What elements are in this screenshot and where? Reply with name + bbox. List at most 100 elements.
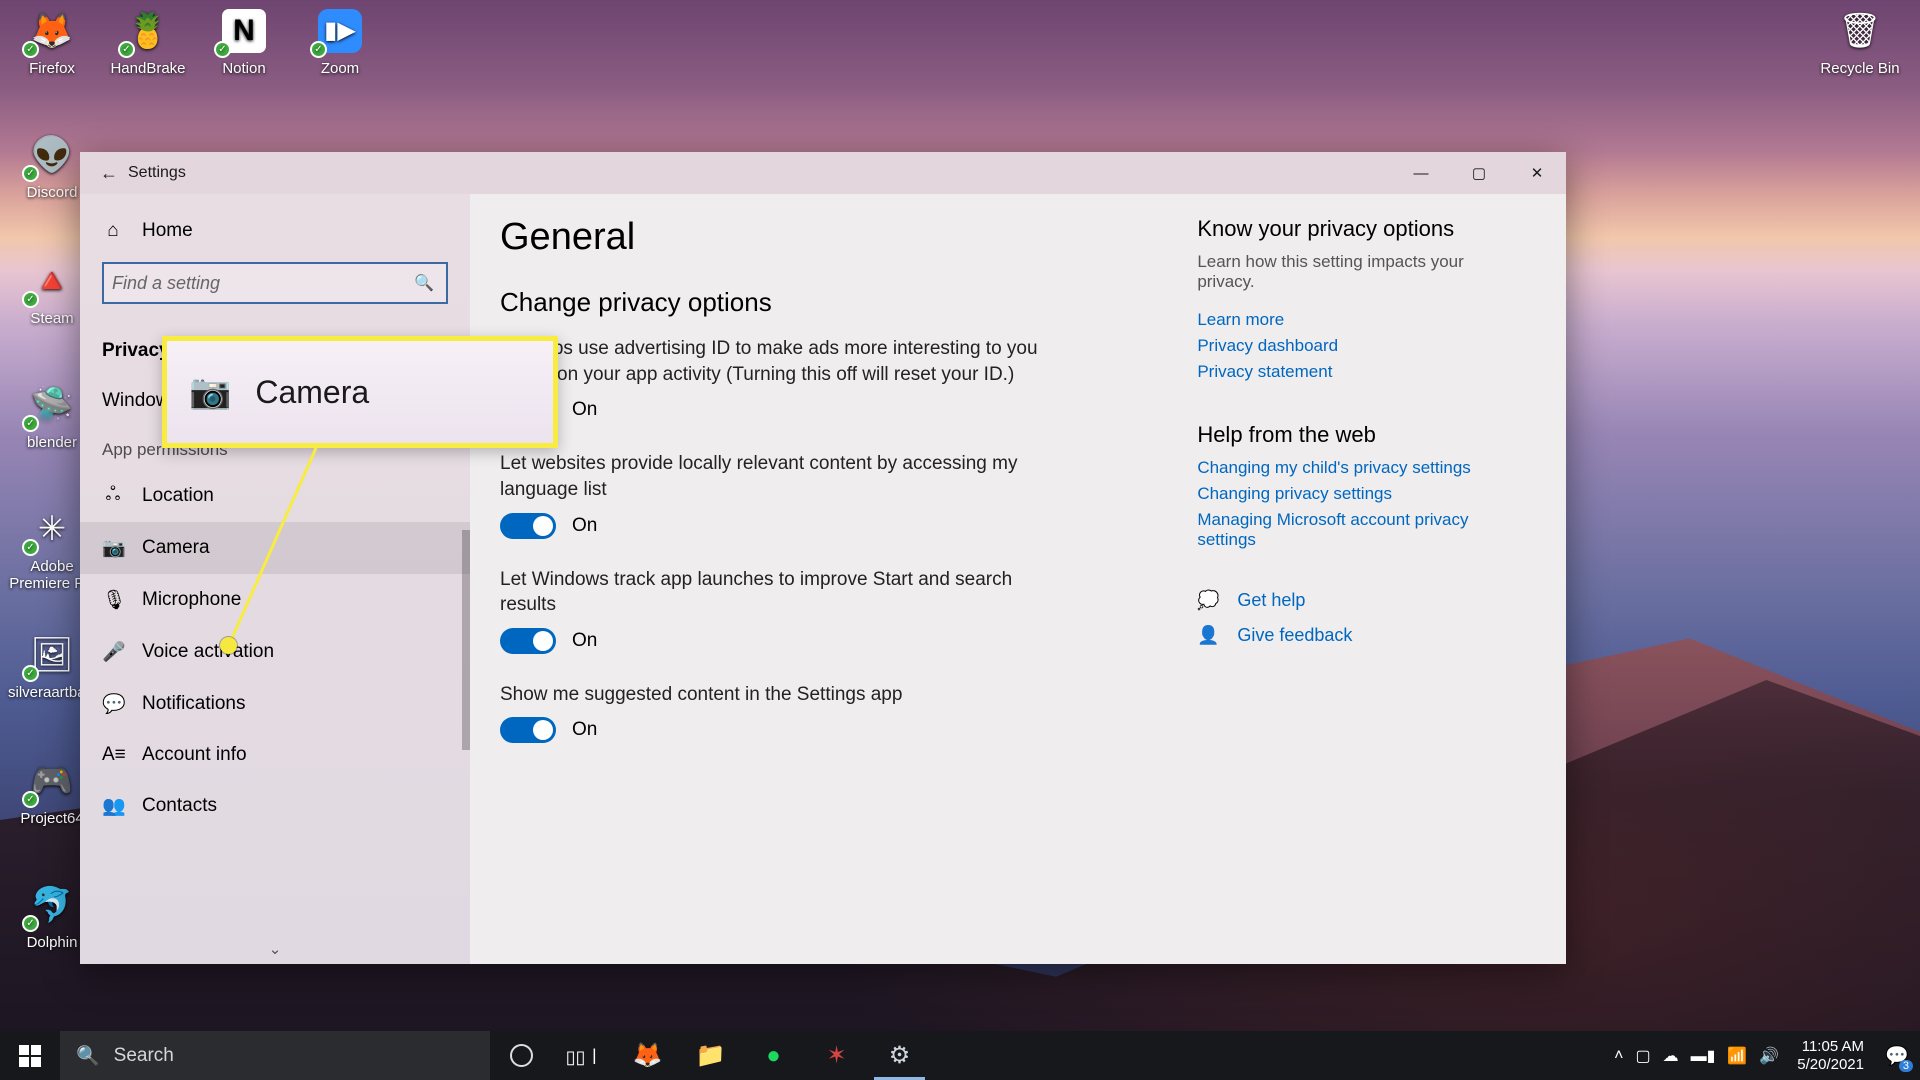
toggle-language-list[interactable] <box>500 513 556 539</box>
sidebar-item-label: Notifications <box>142 693 246 715</box>
taskbar-pinned-spotify[interactable]: ● <box>742 1031 805 1080</box>
voice-icon: 🎤 <box>102 640 124 664</box>
sidebar-category-label: Privacy <box>102 340 170 362</box>
sidebar-scroll-down-icon[interactable]: ⌄ <box>269 940 282 958</box>
search-input[interactable] <box>112 273 408 294</box>
get-help-row[interactable]: 💭 Get help <box>1197 590 1536 611</box>
option-language-list-label: Let websites provide locally relevant co… <box>500 451 1040 502</box>
task-view-icon: ▯▯〡 <box>566 1043 604 1069</box>
back-button[interactable]: ← <box>90 163 128 184</box>
sidebar-home-label: Home <box>142 220 193 242</box>
taskbar-pinned-explorer[interactable]: 📁 <box>679 1031 742 1080</box>
desktop-icon-recycle-bin[interactable]: 🗑 Recycle Bin <box>1816 6 1904 77</box>
annotation-callout-camera: 📷 Camera <box>162 336 558 448</box>
project64-icon: 🎮 <box>24 756 80 806</box>
settings-sidebar: ⌂ Home 🔍 Privacy Windows permissions App… <box>80 194 470 964</box>
taskbar-search-placeholder: Search <box>114 1045 174 1067</box>
clock-date: 5/20/2021 <box>1797 1056 1864 1073</box>
desktop-icon-label: Recycle Bin <box>1816 60 1904 77</box>
tray-clock[interactable]: 11:05 AM 5/20/2021 <box>1791 1038 1870 1073</box>
taskbar-cortana[interactable] <box>490 1031 553 1080</box>
get-help-link[interactable]: Get help <box>1237 590 1305 611</box>
settings-main: General Change privacy options Let apps … <box>470 194 1566 964</box>
taskbar-task-view[interactable]: ▯▯〡 <box>553 1031 616 1080</box>
desktop-icon-handbrake[interactable]: 🍍 HandBrake <box>104 6 192 77</box>
image-file-icon: 🖼 <box>24 630 80 680</box>
taskbar: 🔍 Search ▯▯〡 🦊 📁 ● ✶ ⚙ ˄ ▢ ☁ ▬▮ 📶 🔊 11:0… <box>0 1031 1920 1080</box>
feedback-icon: 👤 <box>1197 625 1219 646</box>
microphone-icon: 🎙 <box>102 588 124 612</box>
desktop-icon-zoom[interactable]: ▮▶ Zoom <box>296 6 384 77</box>
link-changing-privacy[interactable]: Changing privacy settings <box>1197 484 1507 504</box>
toggle-state: On <box>572 515 597 537</box>
toggle-state: On <box>572 719 597 741</box>
link-privacy-statement[interactable]: Privacy statement <box>1197 362 1507 382</box>
home-icon: ⌂ <box>102 220 124 242</box>
section-title: Change privacy options <box>500 287 1197 318</box>
sidebar-item-camera[interactable]: 📷 Camera <box>80 522 470 574</box>
window-minimize-button[interactable]: — <box>1392 152 1450 194</box>
link-privacy-dashboard[interactable]: Privacy dashboard <box>1197 336 1507 356</box>
cortana-icon <box>510 1044 533 1067</box>
tray-onedrive-icon[interactable]: ☁ <box>1663 1046 1679 1066</box>
tray-wifi-icon[interactable]: 📶 <box>1727 1046 1747 1066</box>
sidebar-item-voice-activation[interactable]: 🎤 Voice activation <box>80 626 470 678</box>
tray-chevron-up-icon[interactable]: ˄ <box>1614 1047 1623 1065</box>
sidebar-item-label: Camera <box>142 537 210 559</box>
contacts-icon: 👥 <box>102 794 124 818</box>
help-icon: 💭 <box>1197 590 1219 611</box>
sidebar-item-contacts[interactable]: 👥 Contacts <box>80 780 470 832</box>
start-button[interactable] <box>0 1031 60 1080</box>
tray-volume-icon[interactable]: 🔊 <box>1759 1046 1779 1066</box>
app-icon: ✶ <box>826 1041 846 1070</box>
toggle-state: On <box>572 630 597 652</box>
account-info-icon: A≡ <box>102 744 124 766</box>
firefox-icon: 🦊 <box>24 6 80 56</box>
taskbar-running-settings[interactable]: ⚙ <box>868 1031 931 1080</box>
tray-meet-now-icon[interactable]: ▢ <box>1635 1046 1650 1066</box>
taskbar-search[interactable]: 🔍 Search <box>60 1031 490 1080</box>
annotation-marker-dot <box>220 637 237 654</box>
window-close-button[interactable]: ✕ <box>1508 152 1566 194</box>
camera-icon: 📷 <box>189 372 231 412</box>
sidebar-item-label: Voice activation <box>142 641 274 663</box>
taskbar-pinned-app[interactable]: ✶ <box>805 1031 868 1080</box>
sidebar-item-location[interactable]: ஃ Location <box>80 470 470 522</box>
sidebar-item-label: Account info <box>142 744 247 766</box>
toggle-suggested-content[interactable] <box>500 717 556 743</box>
windows-logo-icon <box>19 1045 41 1067</box>
sidebar-scrollbar[interactable] <box>462 530 470 750</box>
notion-icon: N <box>216 6 272 56</box>
give-feedback-link[interactable]: Give feedback <box>1237 625 1352 646</box>
tray-action-center[interactable]: 💬 3 <box>1882 1041 1912 1071</box>
window-titlebar[interactable]: ← Settings — ▢ ✕ <box>80 152 1566 194</box>
search-icon: 🔍 <box>76 1044 100 1068</box>
option-advertising-id-label: Let apps use advertising ID to make ads … <box>500 336 1040 387</box>
search-icon: 🔍 <box>408 273 440 293</box>
blender-icon: 🛸 <box>24 380 80 430</box>
toggle-track-launches[interactable] <box>500 628 556 654</box>
sidebar-item-account-info[interactable]: A≡ Account info <box>80 730 470 780</box>
sidebar-item-notifications[interactable]: 💬 Notifications <box>80 678 470 730</box>
location-icon: ஃ <box>102 484 124 508</box>
settings-gear-icon: ⚙ <box>889 1041 911 1070</box>
desktop-icon-firefox[interactable]: 🦊 Firefox <box>8 6 96 77</box>
aside-subtitle: Learn how this setting impacts your priv… <box>1197 252 1507 292</box>
link-ms-account-privacy[interactable]: Managing Microsoft account privacy setti… <box>1197 510 1507 550</box>
sidebar-home[interactable]: ⌂ Home <box>80 206 470 256</box>
sidebar-search[interactable]: 🔍 <box>102 262 448 304</box>
sidebar-item-microphone[interactable]: 🎙 Microphone <box>80 574 470 626</box>
link-learn-more[interactable]: Learn more <box>1197 310 1507 330</box>
settings-window: ← Settings — ▢ ✕ ⌂ Home 🔍 Privacy Window… <box>80 152 1566 964</box>
desktop-icon-notion[interactable]: N Notion <box>200 6 288 77</box>
link-child-privacy[interactable]: Changing my child's privacy settings <box>1197 458 1507 478</box>
taskbar-pinned-firefox[interactable]: 🦊 <box>616 1031 679 1080</box>
window-maximize-button[interactable]: ▢ <box>1450 152 1508 194</box>
desktop-icon-label: Notion <box>200 60 288 77</box>
aside-title-help-web: Help from the web <box>1197 422 1536 448</box>
spotify-icon: ● <box>766 1042 781 1070</box>
camera-icon: 📷 <box>102 536 124 560</box>
clock-time: 11:05 AM <box>1797 1038 1864 1055</box>
tray-battery-icon[interactable]: ▬▮ <box>1691 1046 1716 1066</box>
give-feedback-row[interactable]: 👤 Give feedback <box>1197 625 1536 646</box>
